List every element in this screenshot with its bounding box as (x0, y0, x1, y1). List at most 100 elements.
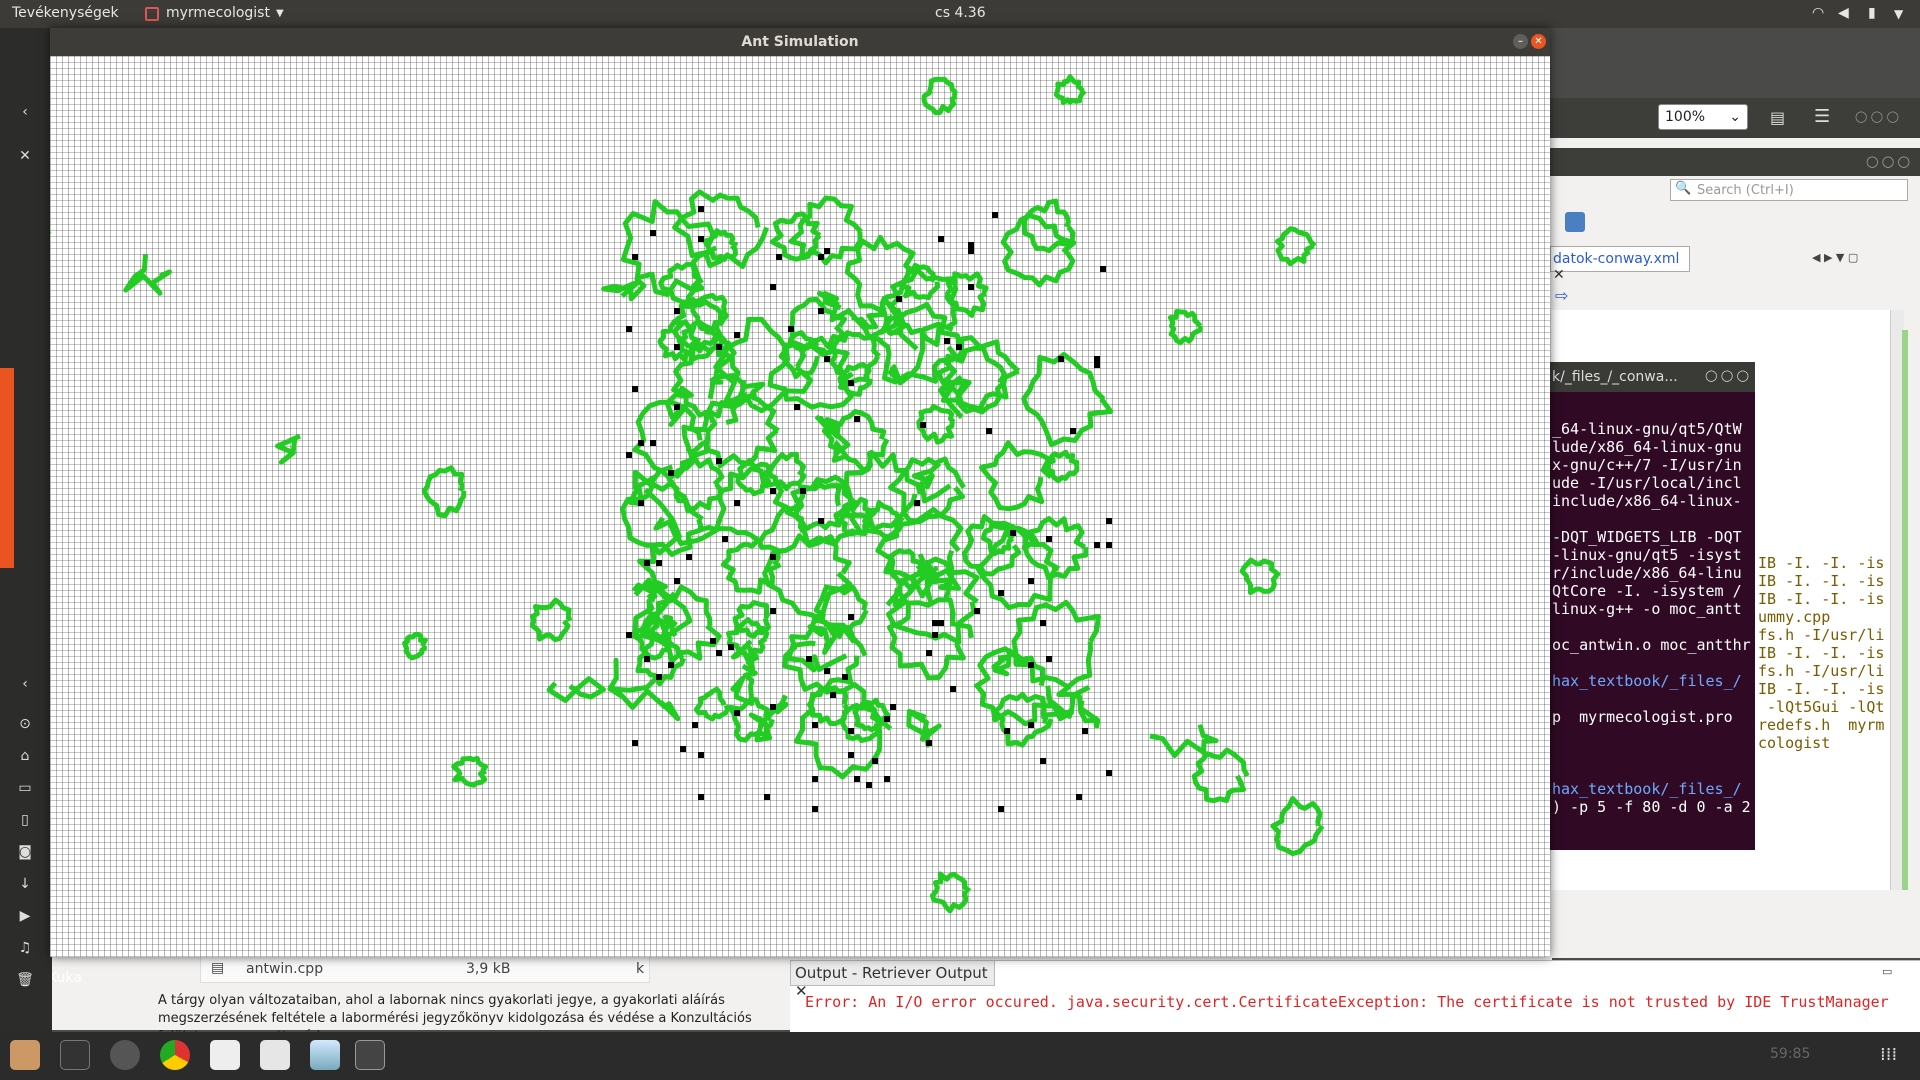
battery-icon[interactable]: ▮ (1868, 5, 1876, 21)
minimize-icon[interactable]: ▭ (1882, 965, 1892, 978)
ant (848, 614, 854, 620)
ant (716, 650, 722, 656)
camera-icon[interactable]: ◙ (8, 844, 42, 866)
text-editor-icon[interactable] (210, 1040, 240, 1070)
chevron-down-icon[interactable]: ▼ (1894, 7, 1903, 21)
code-line: IB -I. -I. -is (1758, 554, 1885, 572)
ant (926, 650, 932, 656)
ant (1040, 620, 1046, 626)
chevron-down-icon[interactable]: ▼ (276, 8, 284, 19)
ant (1010, 530, 1016, 536)
ant (812, 722, 818, 728)
ant (770, 554, 776, 560)
code-line: IB -I. -I. -is (1758, 590, 1885, 608)
ant (974, 608, 980, 614)
recent-icon[interactable]: ⊙ (8, 716, 42, 738)
ant (854, 776, 860, 782)
output-tab-label: Output - Retriever Output (795, 964, 988, 982)
database-icon[interactable] (1565, 212, 1585, 232)
ant (812, 776, 818, 782)
tab-nav-controls[interactable]: ◀ ▶ ▼ ▢ (1812, 251, 1858, 264)
window-controls[interactable]: ◯ ◯ ◯ (1705, 369, 1749, 382)
ant (944, 338, 950, 344)
ant (770, 284, 776, 290)
ant (1070, 428, 1076, 434)
terminal-title-text: k/_files_/_conwa... (1552, 369, 1678, 385)
ant (848, 380, 854, 386)
video-icon[interactable]: ▶ (8, 908, 42, 930)
ant (842, 674, 848, 680)
download-icon[interactable]: ↓ (8, 876, 42, 898)
activities-button[interactable]: Tevékenységek (12, 5, 119, 21)
ant-grid-canvas[interactable] (50, 56, 1550, 957)
trash-icon[interactable]: 🗑 (8, 972, 42, 994)
ant (644, 560, 650, 566)
terminal-line: include/x86_64-linux- (1552, 492, 1742, 510)
file-row[interactable]: ▤ antwin.cpp 3,9 kB k (200, 955, 650, 983)
ant-sim-icon[interactable] (355, 1040, 385, 1070)
music-icon[interactable]: ♫ (8, 940, 42, 962)
ant (1028, 662, 1034, 668)
ant (626, 632, 632, 638)
tab-label: datok-conway.xml (1553, 251, 1680, 267)
ant (830, 692, 836, 698)
code-line: redefs.h myrm (1758, 716, 1885, 734)
tab-datok-conway[interactable]: datok-conway.xml ✕ (1550, 246, 1690, 283)
ide-icon[interactable] (310, 1040, 340, 1070)
page-icon[interactable]: ▤ (1770, 108, 1785, 127)
terminal-line: hax_textbook/_files_/ (1552, 672, 1742, 690)
zoom-select[interactable]: 100% ⌄ (1658, 104, 1748, 130)
app-icon (145, 7, 159, 21)
search-input[interactable]: Search (Ctrl+I) (1670, 179, 1908, 201)
ant (992, 212, 998, 218)
minimize-button[interactable]: – (1513, 34, 1528, 49)
app-menu[interactable]: myrmecologist (166, 5, 270, 21)
trash-label[interactable]: Kuka (48, 970, 82, 986)
output-error: Error: An I/O error occured. java.securi… (805, 993, 1889, 1011)
code-line: cologist (1758, 734, 1831, 752)
ant (698, 236, 704, 242)
terminal-line: -DQT_WIDGETS_LIB -DQT (1552, 528, 1742, 546)
volume-icon[interactable]: ◀ (1838, 5, 1849, 21)
ant (1106, 542, 1112, 548)
chevron-left-icon[interactable]: ‹ (8, 104, 42, 126)
home-icon[interactable]: ⌂ (8, 748, 42, 770)
document-viewer-icon[interactable] (260, 1040, 290, 1070)
ant-window-title: Ant Simulation (741, 34, 859, 50)
terminal-line: linux-g++ -o moc_antt (1552, 600, 1742, 618)
ant (674, 308, 680, 314)
ant (932, 620, 938, 626)
document-icon[interactable]: ▯ (8, 812, 42, 834)
apps-grid-icon[interactable]: ⁞⁞⁞ (1880, 1044, 1897, 1065)
chrome-icon[interactable] (160, 1040, 190, 1070)
folder-icon[interactable]: ▭ (8, 780, 42, 802)
ant (716, 344, 722, 350)
terminal-line: x-gnu/c++/7 -I/usr/in (1552, 456, 1742, 474)
close-icon[interactable]: ✕ (1553, 267, 1565, 283)
close-icon[interactable]: ✕ (8, 148, 42, 170)
menu-icon[interactable]: ☰ (1814, 106, 1830, 127)
wifi-icon[interactable]: ◠ (1812, 5, 1824, 21)
ant (674, 344, 680, 350)
files-icon[interactable] (10, 1040, 40, 1070)
close-button[interactable]: ✕ (1531, 34, 1546, 49)
ant (800, 488, 806, 494)
ant (734, 500, 740, 506)
arrow-right-icon[interactable]: ⇨ (1555, 286, 1568, 305)
ant (854, 416, 860, 422)
ant (794, 404, 800, 410)
chevron-left-icon[interactable]: ‹ (8, 676, 42, 698)
terminal-icon[interactable] (60, 1040, 90, 1070)
window-controls[interactable]: ◯ ◯ ◯ (1855, 110, 1899, 123)
ant (626, 326, 632, 332)
ant (896, 296, 902, 302)
ant (770, 704, 776, 710)
ant (884, 776, 890, 782)
clock[interactable]: cs 4.36 (935, 5, 986, 21)
software-icon[interactable] (110, 1040, 140, 1070)
ant (770, 608, 776, 614)
ant (956, 344, 962, 350)
window-controls[interactable]: ◯ ◯ ◯ (1866, 155, 1910, 168)
ant (764, 794, 770, 800)
tab-output[interactable]: Output - Retriever Output ✕ (790, 960, 995, 1000)
